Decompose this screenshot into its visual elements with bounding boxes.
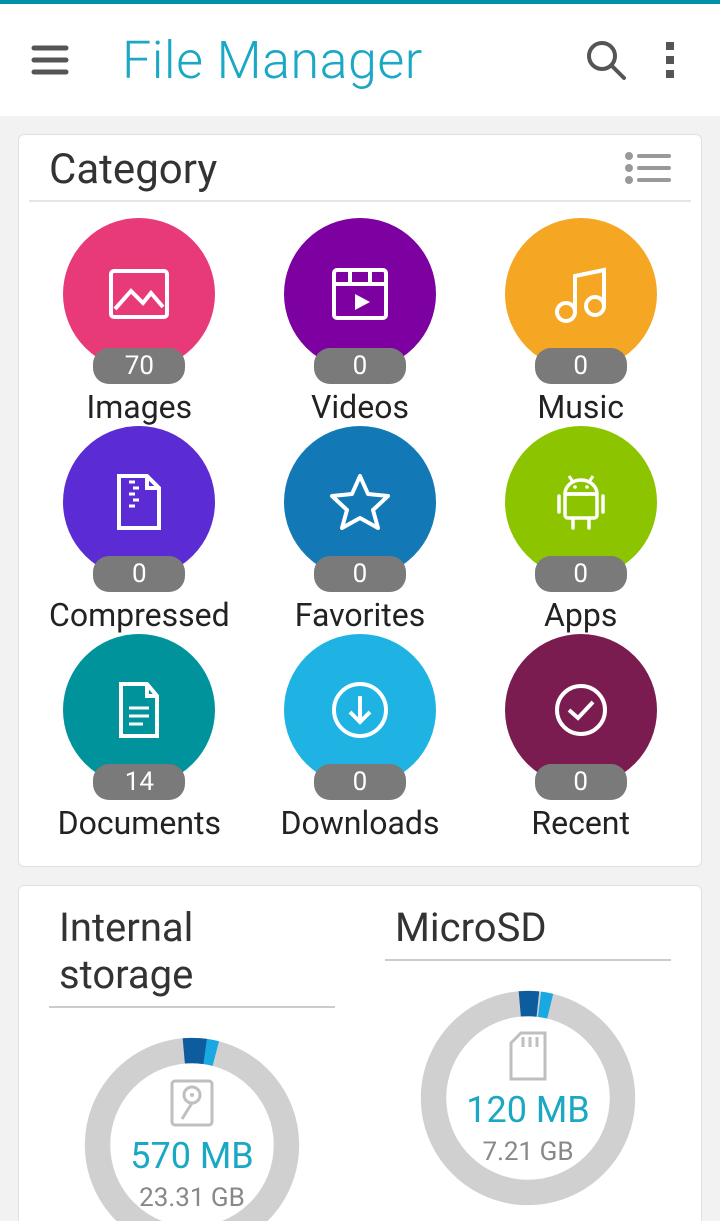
category-label: Videos: [311, 388, 409, 426]
category-count: 0: [314, 556, 406, 592]
search-icon: [582, 36, 630, 84]
category-count: 0: [93, 556, 185, 592]
category-card: Category 70 Images 0 Videos 0 Music: [18, 134, 702, 867]
android-icon: [551, 472, 611, 532]
more-icon: [662, 36, 678, 84]
category-compressed[interactable]: 0 Compressed: [29, 426, 250, 634]
overflow-button[interactable]: [638, 28, 702, 92]
app-bar: File Manager: [0, 4, 720, 116]
category-header: Category: [29, 135, 691, 202]
category-downloads[interactable]: 0 Downloads: [250, 634, 471, 842]
category-videos[interactable]: 0 Videos: [250, 218, 471, 426]
microsd-donut: 120 MB 7.21 GB: [419, 989, 637, 1207]
category-label: Images: [87, 388, 193, 426]
search-button[interactable]: [574, 28, 638, 92]
internal-storage-title: Internal storage: [49, 904, 335, 1008]
toggle-list-button[interactable]: [625, 150, 671, 190]
category-favorites[interactable]: 0 Favorites: [250, 426, 471, 634]
category-label: Downloads: [281, 804, 440, 842]
video-icon: [330, 266, 390, 322]
category-images[interactable]: 70 Images: [29, 218, 250, 426]
category-count: 0: [535, 764, 627, 800]
image-icon: [109, 269, 169, 319]
download-icon: [330, 680, 390, 740]
category-count: 0: [535, 348, 627, 384]
category-count: 0: [535, 556, 627, 592]
category-count: 14: [93, 764, 185, 800]
category-label: Apps: [544, 596, 617, 634]
category-grid: 70 Images 0 Videos 0 Music 0 Compressed: [19, 202, 701, 866]
microsd-storage[interactable]: MicroSD 120 MB 7.21 GB: [385, 904, 671, 1221]
category-count: 0: [314, 348, 406, 384]
category-label: Favorites: [295, 596, 425, 634]
internal-storage-donut: 570 MB 23.31 GB: [83, 1036, 301, 1221]
category-label: Recent: [531, 804, 630, 842]
category-count: 70: [93, 348, 185, 384]
category-recent[interactable]: 0 Recent: [470, 634, 691, 842]
category-label: Music: [537, 388, 624, 426]
storage-card: Internal storage 570 MB 23.31 GB MicroSD: [18, 885, 702, 1221]
check-circle-icon: [551, 680, 611, 740]
document-icon: [115, 680, 163, 740]
hamburger-icon: [28, 38, 72, 82]
category-label: Documents: [58, 804, 221, 842]
category-apps[interactable]: 0 Apps: [470, 426, 691, 634]
internal-storage[interactable]: Internal storage 570 MB 23.31 GB: [49, 904, 335, 1221]
category-documents[interactable]: 14 Documents: [29, 634, 250, 842]
zip-icon: [115, 472, 163, 532]
menu-button[interactable]: [18, 28, 82, 92]
list-view-icon: [625, 150, 671, 186]
app-title: File Manager: [122, 30, 574, 91]
category-music[interactable]: 0 Music: [470, 218, 691, 426]
category-label: Compressed: [49, 596, 230, 634]
microsd-title: MicroSD: [385, 904, 671, 961]
star-icon: [328, 470, 392, 534]
music-icon: [553, 264, 609, 324]
category-count: 0: [314, 764, 406, 800]
category-title: Category: [49, 145, 217, 194]
